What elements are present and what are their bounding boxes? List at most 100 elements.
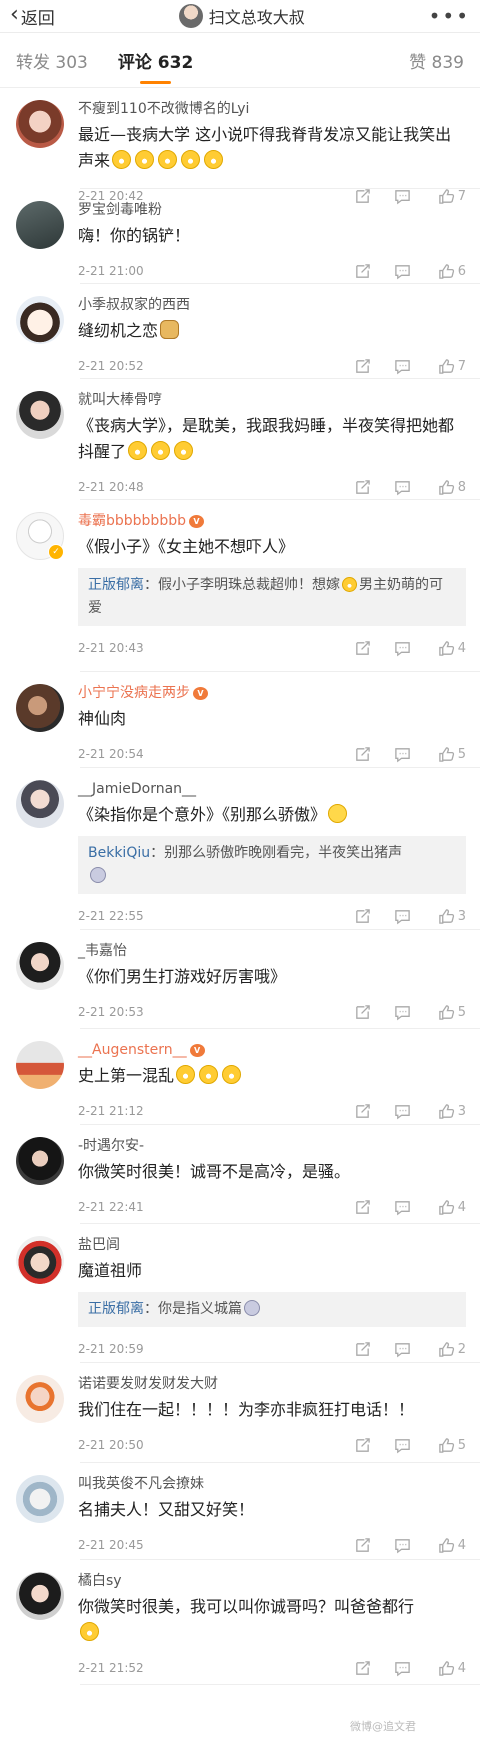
comment-icon[interactable] xyxy=(382,1660,422,1677)
avatar[interactable] xyxy=(16,201,64,249)
comment-username[interactable]: -时遇尔安- xyxy=(78,1137,466,1155)
avatar[interactable] xyxy=(16,296,64,344)
comment-username[interactable]: 诺诺要发财发财发大财 xyxy=(78,1375,466,1393)
like-button[interactable]: 2 xyxy=(422,1341,466,1358)
like-button[interactable]: 3 xyxy=(422,1103,466,1120)
comment-username[interactable]: 叫我英俊不凡会撩妹 xyxy=(78,1475,466,1493)
comment-icon[interactable] xyxy=(382,1437,422,1454)
comment-text: 最近—丧病大学 这小说吓得我脊背发凉又能让我笑出声来 xyxy=(78,122,466,174)
page-title: 扫文总攻大叔 xyxy=(178,4,305,28)
laugh-cry-emoji-icon xyxy=(342,577,357,592)
laugh-cry-emoji-icon xyxy=(204,150,224,169)
comment-icon[interactable] xyxy=(382,746,422,763)
repost-icon[interactable] xyxy=(342,640,382,657)
smile-emoji-icon xyxy=(328,804,348,823)
avatar[interactable] xyxy=(16,942,64,990)
repost-icon[interactable] xyxy=(342,479,382,496)
comment-username[interactable]: 不瘦到110不改微博名的Lyi xyxy=(78,100,466,118)
username-text: 就叫大棒骨哼 xyxy=(78,392,162,408)
like-button[interactable]: 8 xyxy=(422,479,466,496)
reply-box[interactable]: 正版郁离：你是指义城篇 xyxy=(78,1292,466,1327)
avatar[interactable] xyxy=(16,1572,64,1620)
comment-username[interactable]: 小季叔叔家的西西 xyxy=(78,296,466,314)
like-button[interactable]: 4 xyxy=(422,1660,466,1677)
comment-time: 2-21 20:54 xyxy=(78,747,144,761)
comment-username[interactable]: _韦嘉怡 xyxy=(78,942,466,960)
like-button[interactable]: 6 xyxy=(422,263,466,280)
repost-icon[interactable] xyxy=(342,1437,382,1454)
reply-colon: ： xyxy=(144,577,158,593)
comment-text-content: 神仙肉 xyxy=(78,709,127,728)
reply-username[interactable]: BekkiQiu xyxy=(88,845,150,861)
repost-icon[interactable] xyxy=(342,1341,382,1358)
repost-icon[interactable] xyxy=(342,1199,382,1216)
reply-colon: ： xyxy=(150,845,165,861)
avatar[interactable] xyxy=(16,684,64,732)
like-button[interactable]: 5 xyxy=(422,746,466,763)
avatar[interactable] xyxy=(16,780,64,828)
repost-icon[interactable] xyxy=(342,263,382,280)
comment-username[interactable]: 橘白sy xyxy=(78,1572,466,1590)
repost-icon[interactable] xyxy=(342,908,382,925)
reply-text: 别那么骄傲昨晚刚看完，半夜笑出猪声 xyxy=(164,845,403,861)
comment-item: 盐巴闾 魔道祖师 正版郁离：你是指义城篇 2-21 20:59 2 xyxy=(0,1224,480,1363)
comment-icon[interactable] xyxy=(382,640,422,657)
avatar[interactable] xyxy=(16,1475,64,1523)
comment-username[interactable]: __Augenstern__ xyxy=(78,1041,466,1059)
comment-username[interactable]: __JamieDornan__ xyxy=(78,780,466,798)
repost-icon[interactable] xyxy=(342,1537,382,1554)
repost-icon[interactable] xyxy=(342,358,382,375)
like-button[interactable]: 4 xyxy=(422,1537,466,1554)
verified-badge-icon: ✓ xyxy=(48,544,64,560)
comment-text-content: 《假小子》《女主她不想吓人》 xyxy=(78,537,295,556)
comment-username[interactable]: 毒霸bbbbbbbbb xyxy=(78,512,466,530)
like-button[interactable]: 4 xyxy=(422,640,466,657)
comment-time: 2-21 21:52 xyxy=(78,1661,144,1675)
more-icon[interactable]: ••• xyxy=(429,4,470,28)
tab-reposts[interactable]: 转发 303 xyxy=(16,48,88,73)
avatar[interactable] xyxy=(16,100,64,148)
laugh-cry-emoji-icon xyxy=(151,441,171,460)
back-button[interactable]: ‹ 返回 xyxy=(10,4,55,29)
comment-username[interactable]: 盐巴闾 xyxy=(78,1236,466,1254)
reply-text: 假小子李明珠总裁超帅！想嫁 xyxy=(158,577,340,593)
comment-icon[interactable] xyxy=(382,479,422,496)
avatar[interactable] xyxy=(16,1236,64,1284)
comment-text-content: 嗨！你的锅铲！ xyxy=(78,226,191,245)
comment-icon[interactable] xyxy=(382,1341,422,1358)
comment-text-content: 名捕夫人！又甜又好笑！ xyxy=(78,1500,255,1519)
comment-text-content: 魔道祖师 xyxy=(78,1261,143,1280)
like-button[interactable]: 4 xyxy=(422,1199,466,1216)
comment-icon[interactable] xyxy=(382,358,422,375)
avatar[interactable]: ✓ xyxy=(16,512,64,560)
comment-username[interactable]: 小宁宁没病走两步 xyxy=(78,684,466,702)
laugh-cry-emoji-icon xyxy=(181,150,201,169)
comment-icon[interactable] xyxy=(382,1199,422,1216)
reply-username[interactable]: 正版郁离 xyxy=(88,1301,144,1317)
avatar[interactable] xyxy=(16,391,64,439)
repost-icon[interactable] xyxy=(342,1004,382,1021)
comment-username[interactable]: 就叫大棒骨哼 xyxy=(78,391,466,409)
comment-icon[interactable] xyxy=(382,908,422,925)
tab-likes[interactable]: 赞 839 xyxy=(409,48,464,73)
tab-comments[interactable]: 评论 632 xyxy=(118,48,193,84)
repost-icon[interactable] xyxy=(342,1103,382,1120)
reply-username[interactable]: 正版郁离 xyxy=(88,577,144,593)
like-button[interactable]: 5 xyxy=(422,1437,466,1454)
like-button[interactable]: 3 xyxy=(422,908,466,925)
comment-username[interactable]: 罗宝剑毒唯粉 xyxy=(78,201,466,219)
like-button[interactable]: 5 xyxy=(422,1004,466,1021)
comment-time: 2-21 20:43 xyxy=(78,641,144,655)
reply-box[interactable]: 正版郁离：假小子李明珠总裁超帅！想嫁 男主奶萌的可爱 xyxy=(78,568,466,626)
reply-box[interactable]: BekkiQiu：别那么骄傲昨晚刚看完，半夜笑出猪声 xyxy=(78,836,466,894)
repost-icon[interactable] xyxy=(342,1660,382,1677)
like-button[interactable]: 7 xyxy=(422,358,466,375)
avatar[interactable] xyxy=(16,1375,64,1423)
avatar[interactable] xyxy=(16,1041,64,1089)
comment-icon[interactable] xyxy=(382,1103,422,1120)
avatar[interactable] xyxy=(16,1137,64,1185)
comment-icon[interactable] xyxy=(382,1537,422,1554)
comment-icon[interactable] xyxy=(382,1004,422,1021)
comment-icon[interactable] xyxy=(382,263,422,280)
repost-icon[interactable] xyxy=(342,746,382,763)
